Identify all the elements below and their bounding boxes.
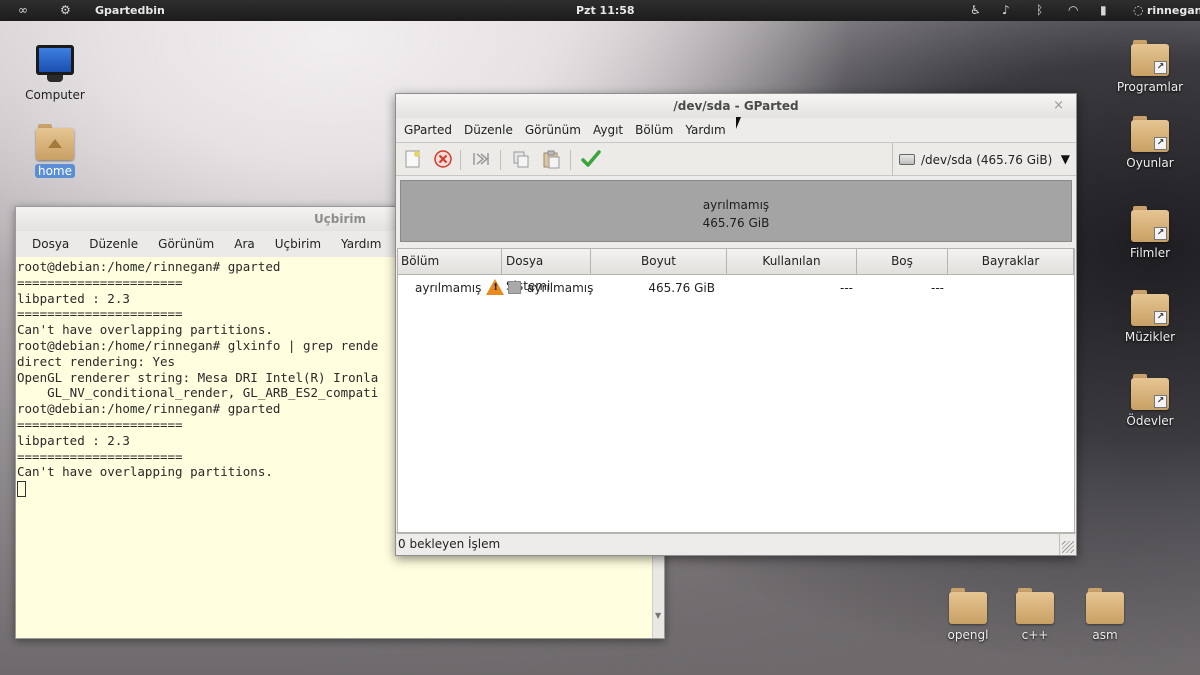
window-title: /dev/sda - GParted bbox=[673, 99, 799, 113]
folder-icon bbox=[1086, 588, 1124, 624]
status-bar: 0 bekleyen İşlem bbox=[396, 532, 1076, 556]
harddisk-icon bbox=[899, 154, 915, 165]
desktop-icon-label: Oyunlar bbox=[1126, 156, 1174, 170]
folder-link-icon: ↗ bbox=[1131, 290, 1169, 326]
resize-grip-icon[interactable] bbox=[1062, 541, 1074, 553]
desktop-icon-label: Programlar bbox=[1116, 80, 1184, 94]
desktop-icon-label: opengl bbox=[947, 628, 989, 642]
home-folder-icon bbox=[36, 124, 74, 160]
menu-ucbirim[interactable]: Uçbirim bbox=[275, 237, 321, 251]
menu-dosya[interactable]: Dosya bbox=[32, 237, 69, 251]
desktop-icon-cpp[interactable]: c++ bbox=[995, 588, 1075, 642]
delete-icon[interactable] bbox=[432, 149, 454, 171]
cell-partition: ayrılmamış bbox=[398, 275, 505, 301]
folder-link-icon: ↗ bbox=[1131, 116, 1169, 152]
desktop-icon-filmler[interactable]: ↗ Filmler bbox=[1110, 206, 1190, 260]
desktop-icon-odevler[interactable]: ↗ Ödevler bbox=[1110, 374, 1190, 428]
battery-icon[interactable]: ▮ bbox=[1100, 3, 1107, 18]
terminal-cursor bbox=[17, 480, 26, 497]
top-panel: ∞ ⚙ Gpartedbin Pzt 11:58 ♿ ♪ ᛒ ◠ ▮ ◌ rin… bbox=[0, 0, 1200, 21]
device-selector[interactable]: /dev/sda (465.76 GiB) ▼ bbox=[892, 143, 1076, 176]
menu-yardim[interactable]: Yardım bbox=[685, 123, 725, 137]
desktop-icon-label: Filmler bbox=[1129, 246, 1171, 260]
volume-icon[interactable]: ♪ bbox=[1002, 3, 1010, 18]
resize-move-icon[interactable] bbox=[470, 149, 492, 171]
col-header-bos[interactable]: Boş bbox=[857, 249, 948, 274]
menu-yardim[interactable]: Yardım bbox=[341, 237, 381, 251]
toolbar-separator bbox=[500, 150, 501, 170]
scroll-down-icon[interactable]: ▼ bbox=[655, 611, 661, 620]
table-header: Bölüm Dosya Sistemi Boyut Kullanılan Boş… bbox=[398, 249, 1074, 293]
gparted-toolbar: /dev/sda (465.76 GiB) ▼ bbox=[396, 142, 1076, 176]
menu-ara[interactable]: Ara bbox=[234, 237, 255, 251]
app-name[interactable]: Gpartedbin bbox=[95, 3, 165, 18]
filesystem-color-swatch bbox=[508, 281, 521, 294]
desktop-icon-label: Computer bbox=[25, 88, 85, 102]
partition-graph[interactable]: ayrılmamış 465.76 GiB bbox=[400, 180, 1072, 242]
cell-free: --- bbox=[931, 281, 944, 295]
partition-table[interactable]: Bölüm Dosya Sistemi Boyut Kullanılan Boş… bbox=[397, 248, 1075, 534]
folder-link-icon: ↗ bbox=[1131, 40, 1169, 76]
gparted-window[interactable]: /dev/sda - GParted × GParted Düzenle Gör… bbox=[395, 93, 1077, 556]
new-partition-icon[interactable] bbox=[402, 149, 424, 171]
app-menu-icon[interactable]: ⚙ bbox=[60, 3, 71, 18]
partition-graph-label: ayrılmamış bbox=[702, 198, 770, 212]
partition-name: ayrılmamış bbox=[415, 281, 482, 295]
activities-icon[interactable]: ∞ bbox=[18, 3, 28, 18]
gparted-titlebar[interactable]: /dev/sda - GParted × bbox=[396, 94, 1076, 118]
desktop-icon-computer[interactable]: Computer bbox=[15, 44, 95, 102]
menu-duzenle[interactable]: Düzenle bbox=[464, 123, 513, 137]
menu-gorunum[interactable]: Görünüm bbox=[525, 123, 581, 137]
bluetooth-icon[interactable]: ᛒ bbox=[1036, 3, 1043, 18]
col-header-dosya-sistemi[interactable]: Dosya Sistemi bbox=[502, 249, 591, 293]
folder-link-icon: ↗ bbox=[1131, 206, 1169, 242]
network-icon[interactable]: ◠ bbox=[1068, 3, 1078, 18]
device-label: /dev/sda (465.76 GiB) bbox=[921, 152, 1053, 167]
cell-used: --- bbox=[840, 281, 853, 295]
cell-size: 465.76 GiB bbox=[648, 281, 715, 295]
menu-duzenle[interactable]: Düzenle bbox=[89, 237, 138, 251]
desktop-icon-asm[interactable]: asm bbox=[1065, 588, 1145, 642]
cell-flags bbox=[948, 275, 1074, 301]
desktop-icon-muzikler[interactable]: ↗ Müzikler bbox=[1110, 290, 1190, 344]
computer-icon bbox=[35, 44, 75, 84]
user-icon[interactable]: ◌ bbox=[1133, 3, 1143, 18]
menu-gparted[interactable]: GParted bbox=[404, 123, 452, 137]
folder-icon bbox=[1016, 588, 1054, 624]
menu-aygit[interactable]: Aygıt bbox=[593, 123, 623, 137]
copy-icon[interactable] bbox=[510, 149, 532, 171]
user-name[interactable]: rinnegan bbox=[1147, 3, 1200, 18]
apply-icon[interactable] bbox=[580, 149, 602, 171]
toolbar-separator bbox=[460, 150, 461, 170]
pending-operations: 0 bekleyen İşlem bbox=[398, 537, 501, 551]
filesystem-name: ayrılmamış bbox=[527, 281, 594, 295]
partition-graph-size: 465.76 GiB bbox=[702, 216, 770, 230]
col-header-bolum[interactable]: Bölüm bbox=[398, 249, 502, 274]
menu-bolum[interactable]: Bölüm bbox=[635, 123, 673, 137]
desktop-icon-programlar[interactable]: ↗ Programlar bbox=[1110, 40, 1190, 94]
desktop-icon-label: home bbox=[34, 164, 76, 178]
col-header-kullanilan[interactable]: Kullanılan bbox=[727, 249, 857, 274]
desktop-icon-label: asm bbox=[1092, 628, 1118, 642]
mouse-pointer-icon bbox=[736, 117, 741, 129]
col-header-bayraklar[interactable]: Bayraklar bbox=[948, 249, 1074, 274]
folder-link-icon: ↗ bbox=[1131, 374, 1169, 410]
table-row[interactable]: ayrılmamış ayrılmamış 465.76 GiB --- --- bbox=[398, 275, 1074, 301]
paste-icon[interactable] bbox=[540, 149, 562, 171]
chevron-down-icon[interactable]: ▼ bbox=[1061, 152, 1070, 166]
accessibility-icon[interactable]: ♿ bbox=[970, 3, 981, 18]
desktop-icon-label: Müzikler bbox=[1124, 330, 1176, 344]
desktop-icon-oyunlar[interactable]: ↗ Oyunlar bbox=[1110, 116, 1190, 170]
desktop-icon-label: c++ bbox=[1021, 628, 1049, 642]
menu-gorunum[interactable]: Görünüm bbox=[158, 237, 214, 251]
toolbar-separator bbox=[570, 150, 571, 170]
warning-icon[interactable] bbox=[486, 279, 505, 295]
desktop-icon-label: Ödevler bbox=[1126, 414, 1174, 428]
clock[interactable]: Pzt 11:58 bbox=[576, 3, 635, 18]
folder-icon bbox=[949, 588, 987, 624]
col-header-boyut[interactable]: Boyut bbox=[591, 249, 727, 274]
close-icon[interactable]: × bbox=[1053, 94, 1064, 118]
cell-filesystem: ayrılmamış bbox=[502, 275, 594, 301]
desktop-icon-home[interactable]: home bbox=[15, 124, 95, 178]
